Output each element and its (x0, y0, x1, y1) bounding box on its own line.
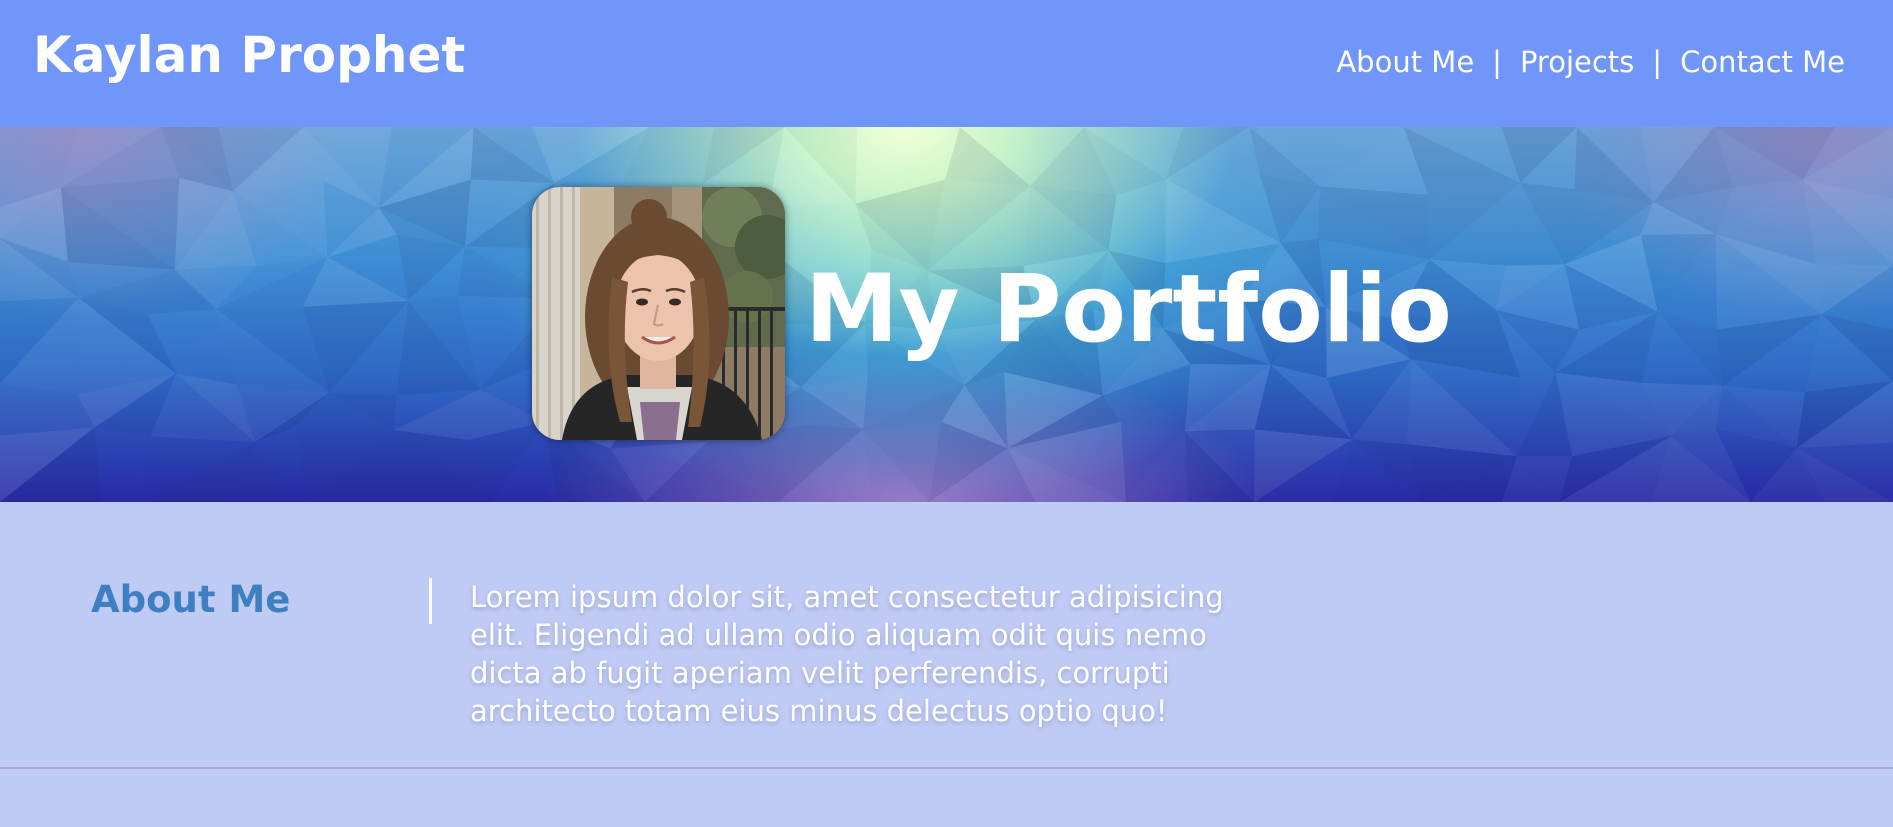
nav-separator: | (1492, 45, 1502, 79)
about-heading: About Me (91, 578, 291, 621)
main-nav: About Me | Projects | Contact Me (1336, 42, 1845, 82)
about-text: Lorem ipsum dolor sit, amet consectetur … (470, 580, 1224, 728)
nav-link-about-me[interactable]: About Me (1336, 42, 1474, 82)
site-header: Kaylan Prophet About Me | Projects | Con… (0, 0, 1893, 127)
site-title: Kaylan Prophet (33, 26, 466, 84)
about-section: About Me Lorem ipsum dolor sit, amet con… (0, 502, 1893, 767)
portrait-photo-image (532, 187, 785, 440)
nav-link-projects[interactable]: Projects (1520, 42, 1634, 82)
section-divider (0, 767, 1893, 769)
nav-link-contact-me[interactable]: Contact Me (1680, 42, 1845, 82)
hero-heading: My Portfolio (805, 255, 1452, 364)
nav-separator: | (1652, 45, 1663, 79)
hero-banner: My Portfolio (0, 127, 1893, 502)
about-divider (429, 578, 432, 624)
profile-photo (532, 187, 785, 440)
